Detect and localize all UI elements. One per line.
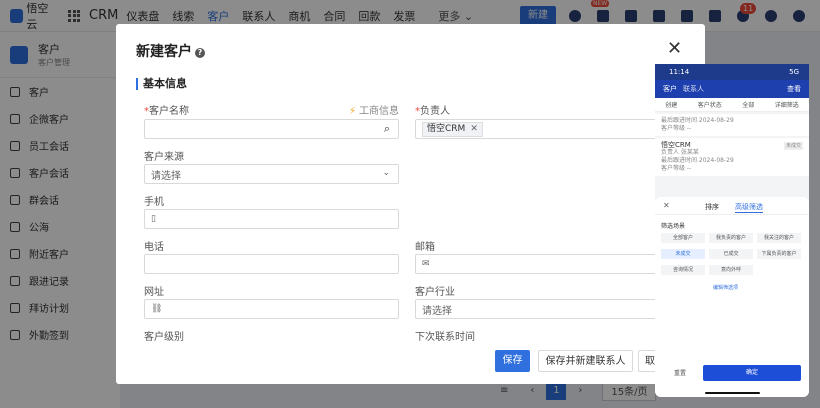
save-button[interactable]: 保存 [495,350,530,372]
link-icon: ⛓ [151,304,163,314]
website-label: 网址 [144,287,164,298]
list-item[interactable]: 最后跟进时间 2024-08-29 客户等级 -- [655,114,809,136]
mobile-preview: 11:14 5G 客户 联系人 查看 创建 客户状态 全部 详细筛选 最后跟进时… [655,64,809,397]
owner-tag: 悟空CRM ✕ [422,121,483,137]
phone-status-bar: 11:14 5G [655,64,809,80]
sheet-header: ✕ 排序 高级筛选 [655,197,809,215]
section-title: 基本信息 [136,78,187,90]
chip-not-closed[interactable]: 未成交 [661,249,705,259]
chip-all[interactable]: 全部客户 [661,233,705,243]
email-icon: ✉ [422,259,430,269]
chip-outbound[interactable]: 意向外呼 [709,265,753,275]
chip-closed[interactable]: 已成交 [709,249,753,259]
industry-label: 客户行业 [415,287,455,298]
owner-label: *负责人 [415,106,450,117]
home-indicator [705,392,760,394]
mobile-label: 手机 [144,197,164,208]
chip-followed[interactable]: 我关注的客户 [757,233,801,243]
list-item[interactable]: 悟空CRM 负责人 张某某 最后跟进时间 2024-08-29 客户等级 -- … [655,138,809,176]
confirm-button[interactable]: 确定 [703,365,801,381]
filter-sheet: ✕ 排序 高级筛选 筛选场景 全部客户 我负责的客户 我关注的客户 未成交 已成… [655,197,809,397]
help-icon[interactable]: ? [195,48,205,58]
industry-select[interactable]: 请选择 [415,299,675,319]
filter-scene-label: 筛选场景 [661,223,686,230]
phone-input[interactable] [144,254,399,274]
chip-mine[interactable]: 我负责的客户 [709,233,753,243]
tab-advanced-filter[interactable]: 高级筛选 [735,202,763,213]
owner-field[interactable]: 悟空CRM ✕ [415,119,675,139]
next-contact-label: 下次联系时间 [415,332,475,343]
close-icon[interactable]: ✕ [663,201,670,210]
mobile-input[interactable]: ▯ [144,209,399,229]
source-label: 客户来源 [144,152,184,163]
source-select[interactable]: 请选择 ⌄ [144,164,399,184]
tab-sort[interactable]: 排序 [705,202,719,212]
customer-name-label: *客户名称 [144,106,189,117]
phone-filter-tabs: 创建 客户状态 全部 详细筛选 [655,98,809,112]
mobile-icon: ▯ [151,214,156,224]
dialog-title: 新建客户? [136,41,205,61]
lightning-icon: ⚡ [349,106,357,117]
business-info-link[interactable]: ⚡ 工商信息 [349,102,399,117]
reset-button[interactable]: 重置 [665,367,695,381]
new-customer-dialog: 新建客户? ✕ 基本信息 *客户名称 ⚡ 工商信息 ⌕ *负责人 悟空CRM ✕ 客… [116,24,705,384]
email-label: 邮箱 [415,242,435,253]
phone-header: 客户 联系人 查看 [655,80,809,98]
close-icon[interactable]: ✕ [667,38,682,59]
level-label: 客户级别 [144,332,184,343]
chip-subordinate[interactable]: 下属负责的客户 [757,249,801,259]
website-input[interactable]: ⛓ [144,299,399,319]
save-and-new-contact-button[interactable]: 保存并新建联系人 [538,350,633,372]
search-icon[interactable]: ⌕ [384,122,390,136]
chevron-down-icon: ⌄ [382,168,390,178]
email-input[interactable]: ✉ [415,254,675,274]
remove-tag-icon[interactable]: ✕ [470,124,478,134]
edit-filters-link[interactable]: 编辑筛选项 [713,284,738,291]
chip-inquiry[interactable]: 咨询情况 [661,265,705,275]
customer-name-input[interactable]: ⌕ [144,119,399,139]
phone-label: 电话 [144,242,164,253]
